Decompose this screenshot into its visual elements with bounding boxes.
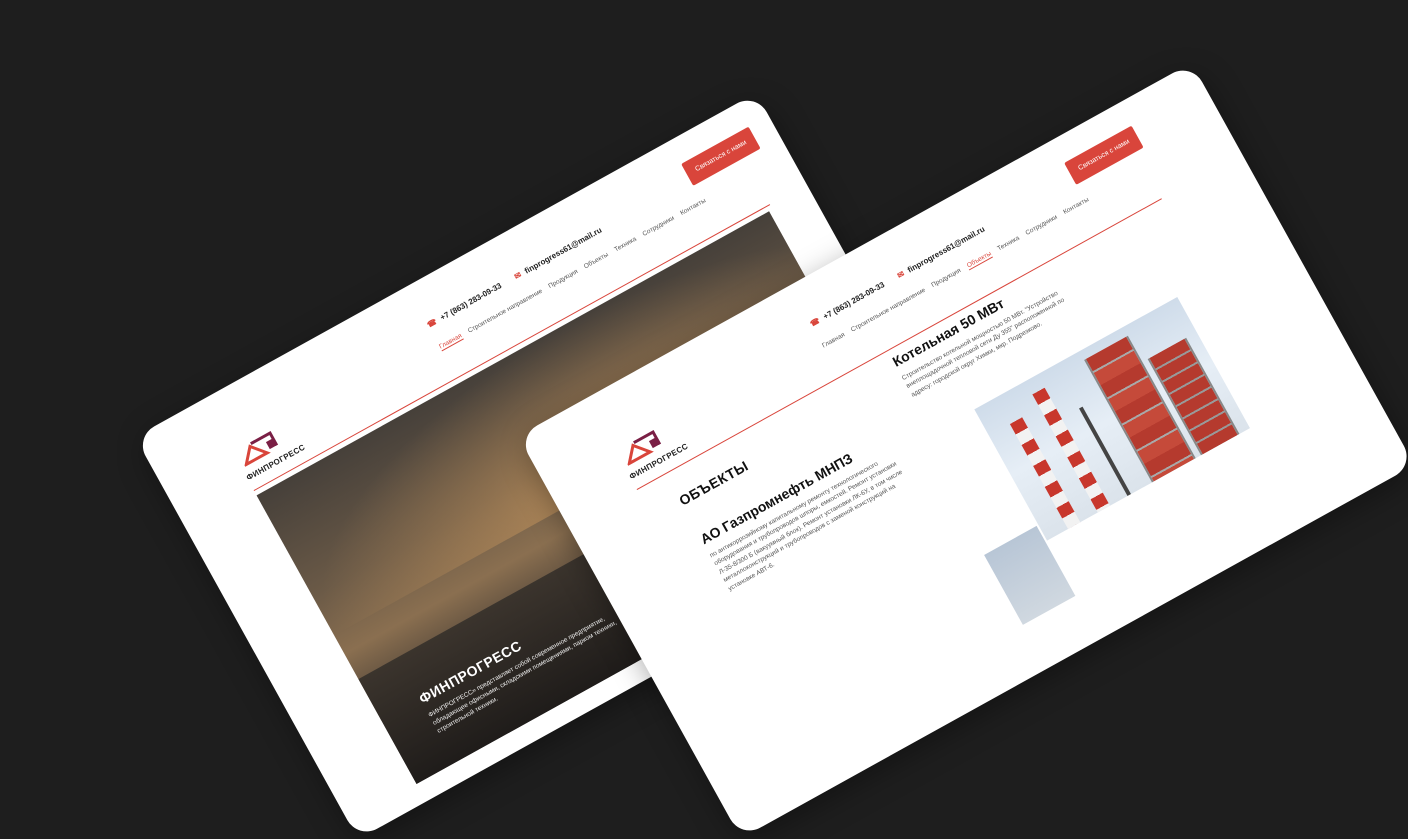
contact-us-button[interactable]: Связаться с нами [1064, 125, 1144, 185]
nav-products[interactable]: Продукция [930, 267, 962, 290]
nav-contacts[interactable]: Контакты [679, 197, 707, 218]
email-link[interactable]: ✉finprogress61@mail.ru [896, 225, 987, 281]
phone-icon: ☎ [808, 315, 822, 329]
nav-staff[interactable]: Сотрудники [641, 215, 676, 239]
mail-icon: ✉ [895, 269, 906, 281]
mail-icon: ✉ [512, 270, 523, 282]
nav-objects[interactable]: Объекты [965, 250, 994, 271]
nav-objects[interactable]: Объекты [583, 251, 610, 271]
nav-staff[interactable]: Сотрудники [1024, 214, 1059, 238]
page-title: ОБЪЕКТЫ [676, 457, 752, 509]
nav-home[interactable]: Главная [821, 331, 847, 350]
nav-contacts[interactable]: Контакты [1062, 196, 1090, 217]
contacts: ☎+7 (863) 283-09-33 ✉finprogress61@mail.… [426, 226, 604, 330]
nav-machinery[interactable]: Техника [996, 235, 1021, 254]
chimney [1032, 387, 1111, 513]
contact-us-button[interactable]: Связаться с нами [681, 126, 761, 186]
nav-products[interactable]: Продукция [547, 268, 579, 291]
email-link[interactable]: ✉finprogress61@mail.ru [513, 226, 604, 282]
phone-icon: ☎ [425, 316, 439, 330]
refinery-photo [984, 525, 1076, 625]
nav-machinery[interactable]: Техника [613, 236, 638, 255]
nav-home[interactable]: Главная [438, 332, 464, 352]
